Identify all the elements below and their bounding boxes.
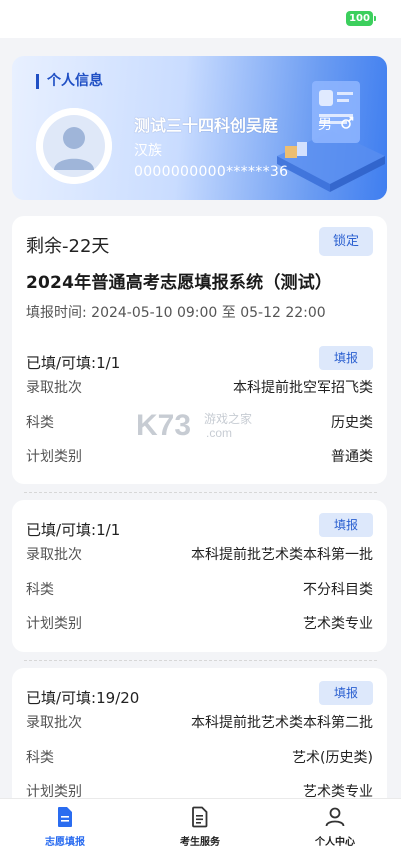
row-label: 科类 <box>26 582 54 598</box>
student-gender: 男 <box>318 117 332 133</box>
row-value: 普通类 <box>331 449 373 465</box>
student-id-number: 0000000000******36 <box>134 164 289 180</box>
lock-button[interactable]: 锁定 <box>319 227 373 256</box>
row-value: 艺术(历史类) <box>292 750 373 766</box>
male-icon <box>341 116 354 129</box>
student-name: 测试三十四科创吴庭 <box>134 116 279 135</box>
row-label: 计划类别 <box>26 449 82 465</box>
form-icon <box>192 806 208 828</box>
status-bar: 100 <box>0 0 401 38</box>
application-summary-card: 剩余-22天 锁定 2024年普通高考志愿填报系统（测试） 填报时间: 2024… <box>12 216 387 336</box>
row-label: 科类 <box>26 750 54 766</box>
watermark-domain: .com <box>206 426 232 440</box>
student-ethnicity: 汉族 <box>134 143 162 159</box>
fill-button[interactable]: 填报 <box>319 513 373 537</box>
avatar-person-icon <box>36 108 112 184</box>
row-value: 本科提前批艺术类本科第二批 <box>191 715 373 731</box>
batch-row-admission: 录取批次 本科提前批艺术类本科第一批 <box>26 544 373 564</box>
nav-label: 志愿填报 <box>45 837 85 848</box>
battery-indicator: 100 <box>346 11 376 26</box>
nav-item-personal-center[interactable]: 个人中心 <box>290 805 380 849</box>
fill-time-range: 填报时间: 2024-05-10 09:00 至 05-12 22:00 <box>26 305 326 321</box>
batch-row-admission: 录取批次 本科提前批空军招飞类 <box>26 377 373 397</box>
fill-button[interactable]: 填报 <box>319 346 373 370</box>
batch-row-plan-type: 计划类别 艺术类专业 <box>26 613 373 633</box>
batch-card: 已填/可填:1/1 填报 录取批次 本科提前批艺术类本科第一批 科类 不分科目类… <box>12 500 387 652</box>
nav-item-application[interactable]: 志愿填报 <box>20 805 110 849</box>
nav-label: 考生服务 <box>180 837 220 848</box>
row-label: 科类 <box>26 415 54 431</box>
batch-row-subject: 科类 艺术(历史类) <box>26 747 373 767</box>
batch-fill-count: 已填/可填:1/1 <box>26 354 121 372</box>
row-label: 计划类别 <box>26 616 82 632</box>
divider <box>24 660 377 661</box>
watermark-logo: K73 游戏之家 .com <box>136 409 252 442</box>
nav-label: 个人中心 <box>315 837 355 848</box>
profile-section-title: 个人信息 <box>36 74 103 89</box>
user-icon <box>325 807 345 827</box>
row-label: 录取批次 <box>26 715 82 731</box>
batch-fill-count: 已填/可填:19/20 <box>26 689 140 707</box>
divider <box>24 492 377 493</box>
document-icon <box>58 807 72 827</box>
system-title: 2024年普通高考志愿填报系统（测试） <box>26 273 333 293</box>
watermark-site: 游戏之家 <box>204 411 252 426</box>
row-value: 艺术类专业 <box>303 616 373 632</box>
row-value: 本科提前批艺术类本科第一批 <box>191 547 373 563</box>
remaining-days: 剩余-22天 <box>26 236 110 257</box>
batch-row-admission: 录取批次 本科提前批艺术类本科第二批 <box>26 712 373 732</box>
row-value: 历史类 <box>331 415 373 431</box>
batch-row-subject: 科类 不分科目类 <box>26 579 373 599</box>
profile-card: 个人信息 测试三十四科创吴庭 男 汉族 0000000000******36 <box>12 56 387 200</box>
avatar <box>36 108 112 184</box>
row-label: 录取批次 <box>26 380 82 396</box>
batch-fill-count: 已填/可填:1/1 <box>26 521 121 539</box>
watermark-brand: K73 <box>136 409 191 442</box>
fill-button[interactable]: 填报 <box>319 681 373 705</box>
batch-row-plan-type: 计划类别 普通类 <box>26 446 373 466</box>
batch-card: 已填/可填:19/20 填报 录取批次 本科提前批艺术类本科第二批 科类 艺术(… <box>12 668 387 808</box>
row-value: 不分科目类 <box>303 582 373 598</box>
bottom-navigation: 志愿填报 考生服务 个人中心 <box>0 798 401 852</box>
row-value: 本科提前批空军招飞类 <box>233 380 373 396</box>
row-label: 录取批次 <box>26 547 82 563</box>
nav-item-student-services[interactable]: 考生服务 <box>155 805 245 849</box>
